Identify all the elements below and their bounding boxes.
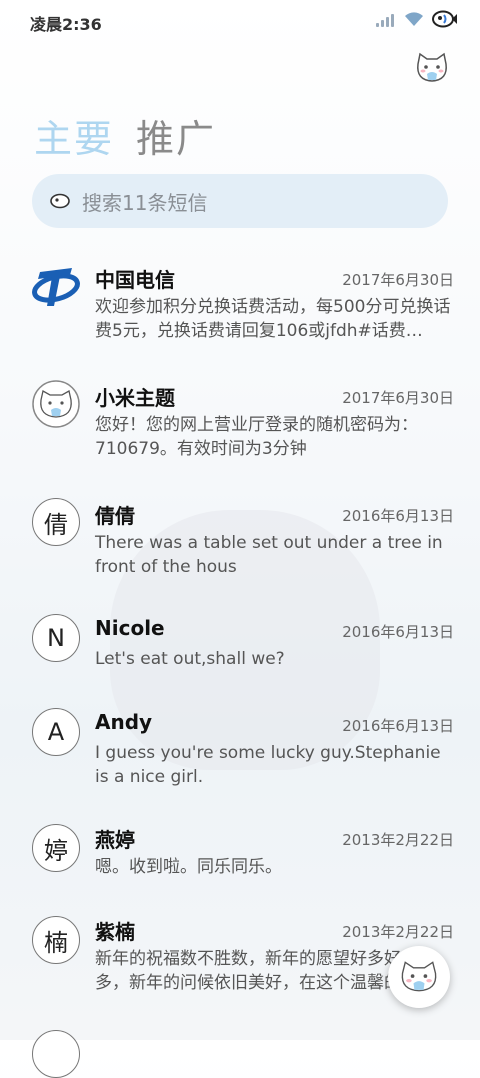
- compose-mascot-icon: [401, 961, 437, 992]
- contact-name: 倩倩: [95, 504, 135, 528]
- contact-avatar: A: [32, 708, 80, 756]
- contact-name: 中国电信: [95, 268, 175, 292]
- message-date: 2017年6月30日: [342, 271, 454, 289]
- contact-avatar: [32, 1030, 80, 1078]
- status-bar: 凌晨2:36: [0, 0, 480, 42]
- xiaomi-theme-avatar-icon: [32, 380, 80, 428]
- tab-bar: 主要 推广: [34, 108, 216, 163]
- status-icons: [376, 10, 458, 28]
- conversation-row-partial[interactable]: [0, 1028, 480, 1078]
- message-preview: 欢迎参加积分兑换话费活动，每500分可兑换话费5元，兑换话费请回复106或jfd…: [95, 297, 451, 341]
- conversation-row[interactable]: 倩 倩倩 2016年6月13日 There was a table set ou…: [0, 492, 480, 602]
- contact-name: Nicole: [95, 616, 165, 640]
- conversation-row[interactable]: N Nicole 2016年6月13日 Let's eat out,shall …: [0, 610, 480, 700]
- signal-icon: [376, 11, 396, 27]
- contact-name: 燕婷: [95, 828, 135, 852]
- contact-avatar: 楠: [32, 916, 80, 964]
- tab-primary[interactable]: 主要: [34, 108, 114, 163]
- message-date: 2017年6月30日: [342, 389, 454, 407]
- status-time: 凌晨2:36: [30, 15, 102, 34]
- message-preview: There was a table set out under a tree i…: [95, 533, 443, 577]
- china-telecom-logo-icon: [32, 268, 80, 306]
- wifi-icon: [405, 12, 423, 26]
- message-preview: 嗯。收到啦。同乐同乐。: [95, 857, 282, 877]
- conversation-row[interactable]: 小米主题 2017年6月30日 您好！您的网上营业厅登录的随机密码为：71067…: [0, 374, 480, 484]
- contact-name: 紫楠: [95, 920, 135, 944]
- contact-avatar: 倩: [32, 498, 80, 546]
- message-preview: Let's eat out,shall we?: [95, 649, 285, 669]
- message-preview: 您好！您的网上营业厅登录的随机密码为：710679。有效时间为3分钟: [95, 415, 418, 459]
- battery-fish-icon: [432, 10, 457, 28]
- contact-name: 小米主题: [95, 386, 175, 410]
- tab-promotions[interactable]: 推广: [136, 108, 216, 163]
- search-input[interactable]: 搜索11条短信: [32, 174, 448, 228]
- conversation-row[interactable]: 婷 燕婷 2013年2月22日 嗯。收到啦。同乐同乐。: [0, 820, 480, 910]
- message-date: 2013年2月22日: [342, 923, 454, 941]
- message-preview: 新年的祝福数不胜数，新年的愿望好多好多，新年的问候依旧美好，在这个温馨的时: [95, 949, 418, 993]
- conversation-row[interactable]: 中国电信 2017年6月30日 欢迎参加积分兑换话费活动，每500分可兑换话费5…: [0, 256, 480, 366]
- compose-button[interactable]: [388, 946, 450, 1008]
- message-date: 2016年6月13日: [342, 717, 454, 735]
- contact-avatar: 婷: [32, 824, 80, 872]
- message-date: 2013年2月22日: [342, 831, 454, 849]
- contact-name: Andy: [95, 710, 153, 734]
- contact-avatar: N: [32, 614, 80, 662]
- search-placeholder: 搜索11条短信: [82, 190, 208, 215]
- message-date: 2016年6月13日: [342, 623, 454, 641]
- conversation-row[interactable]: A Andy 2016年6月13日 I guess you're some lu…: [0, 704, 480, 814]
- search-fish-icon: [50, 193, 70, 209]
- message-preview: I guess you're some lucky guy.Stephanie …: [95, 743, 441, 787]
- profile-avatar-icon[interactable]: [414, 50, 450, 86]
- message-date: 2016年6月13日: [342, 507, 454, 525]
